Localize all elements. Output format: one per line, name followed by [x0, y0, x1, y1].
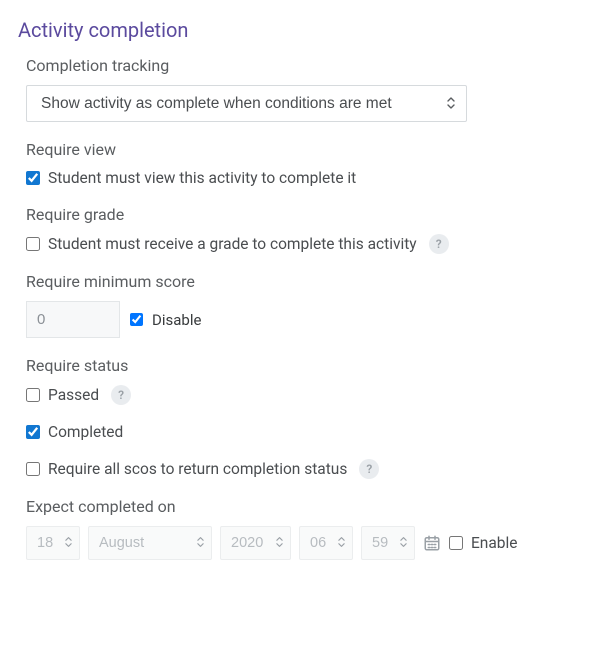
help-icon[interactable]: ?	[111, 385, 131, 405]
require-min-score-label: Require minimum score	[26, 272, 579, 291]
status-passed-checkbox[interactable]	[26, 388, 40, 402]
help-icon[interactable]: ?	[429, 234, 449, 254]
section-title: Activity completion	[18, 18, 579, 42]
calendar-icon[interactable]	[423, 534, 441, 552]
expect-year-select: 2020	[220, 526, 291, 560]
expect-completed-label: Expect completed on	[26, 497, 579, 516]
require-all-scos-label[interactable]: Require all scos to return completion st…	[48, 460, 347, 478]
min-score-disable-label[interactable]: Disable	[152, 311, 201, 329]
require-view-checkbox[interactable]	[26, 171, 40, 185]
expect-enable-checkbox[interactable]	[449, 536, 463, 550]
completion-tracking-label: Completion tracking	[26, 56, 579, 75]
help-icon[interactable]: ?	[359, 459, 379, 479]
status-completed-checkbox[interactable]	[26, 425, 40, 439]
status-passed-label[interactable]: Passed	[48, 386, 99, 404]
min-score-input	[26, 301, 120, 338]
completion-tracking-select[interactable]: Show activity as complete when condition…	[26, 85, 467, 122]
status-completed-label[interactable]: Completed	[48, 423, 123, 441]
min-score-disable-checkbox[interactable]	[130, 313, 143, 326]
expect-day-select: 18	[26, 526, 80, 560]
require-view-label: Require view	[26, 140, 579, 159]
expect-hour-select: 06	[299, 526, 353, 560]
require-grade-label: Require grade	[26, 205, 579, 224]
expect-month-select: August	[88, 526, 212, 560]
require-grade-checkbox[interactable]	[26, 237, 40, 251]
require-all-scos-checkbox[interactable]	[26, 462, 40, 476]
expect-enable-label[interactable]: Enable	[471, 534, 518, 552]
expect-minute-select: 59	[361, 526, 415, 560]
require-view-checkbox-label[interactable]: Student must view this activity to compl…	[48, 169, 356, 187]
require-grade-checkbox-label[interactable]: Student must receive a grade to complete…	[48, 235, 417, 253]
require-status-label: Require status	[26, 356, 579, 375]
